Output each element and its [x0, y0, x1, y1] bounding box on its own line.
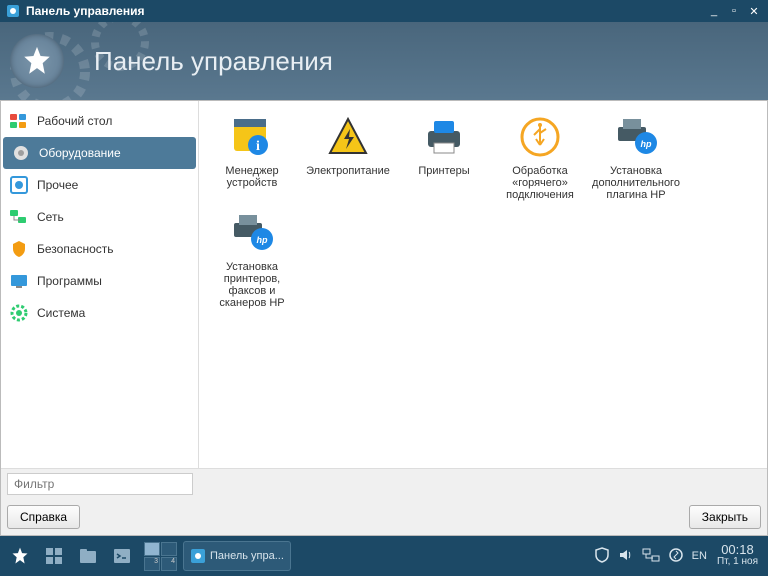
show-desktop-button[interactable] [38, 540, 70, 572]
item-hp-plugin[interactable]: hp Установка дополнительного плагина HP [591, 113, 681, 201]
tray-network-icon[interactable] [642, 547, 660, 566]
filter-input[interactable] [7, 473, 193, 495]
sidebar-label: Рабочий стол [37, 114, 112, 128]
item-hp-setup[interactable]: hp Установка принтеров, факсов и сканеро… [207, 209, 297, 309]
clock-time: 00:18 [717, 544, 758, 556]
star-badge-icon [10, 34, 64, 88]
printer-icon [399, 113, 489, 161]
hp-plugin-icon: hp [591, 113, 681, 161]
sidebar-label: Сеть [37, 210, 64, 224]
workspace-switcher[interactable]: 3 4 [144, 542, 177, 571]
header-banner: Панель управления [0, 22, 768, 100]
sidebar-label: Безопасность [37, 242, 114, 256]
workspace-1[interactable] [144, 542, 160, 556]
taskbar-app-control-panel[interactable]: Панель упра... [183, 541, 291, 571]
sidebar-label: Программы [37, 274, 102, 288]
item-device-manager[interactable]: i Менеджер устройств [207, 113, 297, 201]
sidebar-item-other[interactable]: Прочее [1, 169, 198, 201]
system-icon [9, 303, 29, 323]
page-title: Панель управления [94, 46, 333, 77]
item-hotplug[interactable]: Обработка «горячего» подключения [495, 113, 585, 201]
power-icon [303, 113, 393, 161]
workspace-2[interactable] [161, 542, 177, 556]
close-window-button[interactable]: Закрыть [689, 505, 761, 529]
sidebar-label: Прочее [37, 178, 78, 192]
start-button[interactable] [4, 540, 36, 572]
item-printers[interactable]: Принтеры [399, 113, 489, 201]
sidebar-item-hardware[interactable]: Оборудование [3, 137, 196, 169]
minimize-button[interactable]: _ [706, 5, 722, 17]
hardware-icon [11, 143, 31, 163]
tray-language[interactable]: EN [692, 550, 707, 562]
other-icon [9, 175, 29, 195]
sidebar-item-programs[interactable]: Программы [1, 265, 198, 297]
tray-sync-icon[interactable] [668, 547, 684, 566]
item-label: Принтеры [399, 165, 489, 177]
window-titlebar: Панель управления _ ▫ ✕ [0, 0, 768, 22]
app-icon [6, 4, 20, 18]
main-area: Рабочий стол Оборудование Прочее Сеть [1, 101, 767, 468]
svg-text:hp: hp [257, 235, 268, 245]
workspace-4[interactable]: 4 [161, 557, 177, 571]
usb-icon [495, 113, 585, 161]
tray-clock[interactable]: 00:18 Пт, 1 ноя [717, 544, 758, 568]
sidebar-item-security[interactable]: Безопасность [1, 233, 198, 265]
maximize-button[interactable]: ▫ [726, 5, 742, 17]
category-sidebar: Рабочий стол Оборудование Прочее Сеть [1, 101, 199, 468]
svg-text:hp: hp [641, 139, 652, 149]
content-grid: i Менеджер устройств Электропитание Прин… [199, 101, 767, 468]
svg-text:i: i [256, 139, 260, 154]
programs-icon [9, 271, 29, 291]
item-label: Электропитание [303, 165, 393, 177]
tray-shield-icon[interactable] [594, 547, 610, 566]
sidebar-item-system[interactable]: Система [1, 297, 198, 329]
item-power[interactable]: Электропитание [303, 113, 393, 201]
window-body: Рабочий стол Оборудование Прочее Сеть [0, 100, 768, 536]
item-label: Установка принтеров, факсов и сканеров H… [207, 261, 297, 309]
terminal-button[interactable] [106, 540, 138, 572]
taskbar-app-label: Панель упра... [210, 550, 284, 562]
security-icon [9, 239, 29, 259]
network-icon [9, 207, 29, 227]
clock-date: Пт, 1 ноя [717, 556, 758, 568]
item-label: Менеджер устройств [207, 165, 297, 189]
bottom-panel: Справка Закрыть [1, 468, 767, 535]
help-button[interactable]: Справка [7, 505, 80, 529]
taskbar: 3 4 Панель упра... EN 00:18 Пт, 1 ноя [0, 536, 768, 576]
workspace-3[interactable]: 3 [144, 557, 160, 571]
tray-volume-icon[interactable] [618, 547, 634, 566]
hp-setup-icon: hp [207, 209, 297, 257]
window-title: Панель управления [26, 4, 702, 18]
sidebar-item-network[interactable]: Сеть [1, 201, 198, 233]
file-manager-button[interactable] [72, 540, 104, 572]
close-button[interactable]: ✕ [746, 5, 762, 18]
sidebar-label: Система [37, 306, 85, 320]
sidebar-item-desktop[interactable]: Рабочий стол [1, 105, 198, 137]
sidebar-label: Оборудование [39, 146, 121, 160]
item-label: Установка дополнительного плагина HP [591, 165, 681, 201]
device-manager-icon: i [207, 113, 297, 161]
item-label: Обработка «горячего» подключения [495, 165, 585, 201]
desktop-icon [9, 111, 29, 131]
